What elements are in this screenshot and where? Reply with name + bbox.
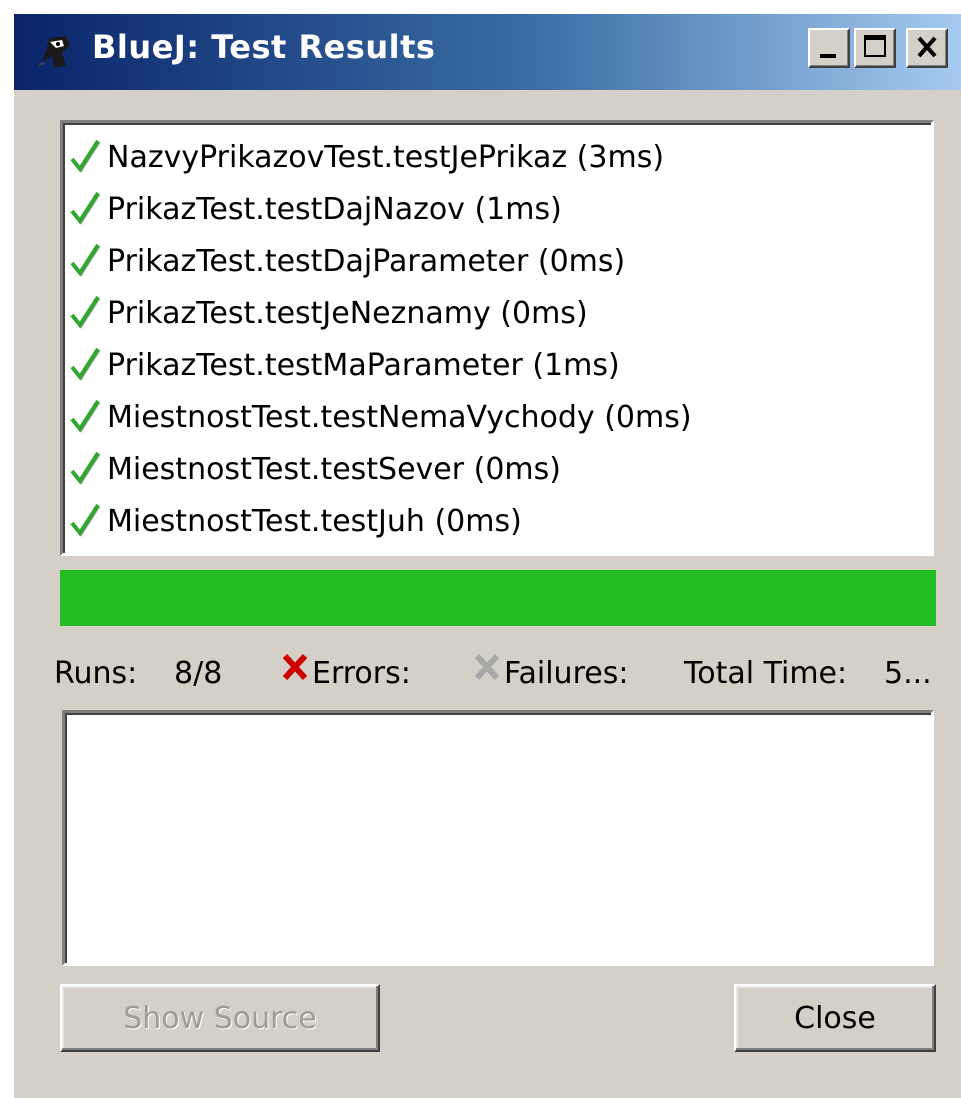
- result-label: PrikazTest.testDajParameter (0ms): [107, 243, 626, 279]
- result-label: PrikazTest.testDajNazov (1ms): [107, 191, 562, 227]
- title-bar[interactable]: BlueJ: Test Results: [14, 14, 961, 90]
- progress-fill: [60, 570, 936, 626]
- runs-label: Runs:: [54, 656, 138, 691]
- maximize-button[interactable]: [854, 28, 896, 68]
- error-icon: [282, 653, 308, 681]
- list-item[interactable]: MiestnostTest.testSever (0ms): [69, 445, 561, 493]
- runs-value: 8/8: [174, 656, 223, 691]
- check-icon: [70, 451, 101, 485]
- close-icon: [917, 36, 937, 58]
- list-item[interactable]: MiestnostTest.testJuh (0ms): [69, 497, 522, 545]
- check-icon: [70, 295, 101, 329]
- close-window-button[interactable]: [906, 28, 948, 68]
- list-item[interactable]: PrikazTest.testDajNazov (1ms): [69, 185, 562, 233]
- failure-details-panel[interactable]: [62, 710, 934, 966]
- result-label: PrikazTest.testJeNeznamy (0ms): [107, 295, 588, 331]
- result-label: MiestnostTest.testNemaVychody (0ms): [107, 399, 692, 435]
- bluej-logo-icon: [38, 36, 70, 68]
- failures-label: Failures:: [504, 656, 629, 691]
- list-item[interactable]: NazvyPrikazovTest.testJePrikaz (3ms): [69, 133, 664, 181]
- minimize-icon: [820, 54, 836, 58]
- result-label: MiestnostTest.testSever (0ms): [107, 451, 561, 487]
- list-item[interactable]: PrikazTest.testJeNeznamy (0ms): [69, 289, 588, 337]
- check-icon: [70, 139, 101, 173]
- minimize-button[interactable]: [808, 28, 850, 68]
- check-icon: [70, 399, 101, 433]
- list-item[interactable]: PrikazTest.testDajParameter (0ms): [69, 237, 625, 285]
- result-label: NazvyPrikazovTest.testJePrikaz (3ms): [107, 139, 665, 175]
- failure-icon: [474, 653, 500, 681]
- result-label: MiestnostTest.testJuh (0ms): [107, 503, 522, 539]
- window-title: BlueJ: Test Results: [92, 28, 436, 66]
- test-results-list[interactable]: NazvyPrikazovTest.testJePrikaz (3ms) Pri…: [60, 120, 934, 556]
- test-progress-bar: [60, 570, 936, 626]
- total-time-value: 5...: [884, 656, 932, 691]
- check-icon: [70, 347, 101, 381]
- show-source-button[interactable]: Show Source: [60, 984, 380, 1052]
- total-time-label: Total Time:: [684, 656, 848, 691]
- list-item[interactable]: MiestnostTest.testNemaVychody (0ms): [69, 393, 692, 441]
- list-item[interactable]: PrikazTest.testMaParameter (1ms): [69, 341, 620, 389]
- close-button[interactable]: Close: [734, 984, 936, 1052]
- check-icon: [70, 503, 101, 537]
- test-results-window: BlueJ: Test Results NazvyPrikazovTest.te…: [12, 12, 961, 1098]
- check-icon: [70, 191, 101, 225]
- check-icon: [70, 243, 101, 277]
- test-stats-bar: Runs: 8/8 Errors: Failures: Total Time: …: [54, 648, 944, 700]
- maximize-icon: [864, 35, 886, 57]
- errors-label: Errors:: [312, 656, 411, 691]
- result-label: PrikazTest.testMaParameter (1ms): [107, 347, 620, 383]
